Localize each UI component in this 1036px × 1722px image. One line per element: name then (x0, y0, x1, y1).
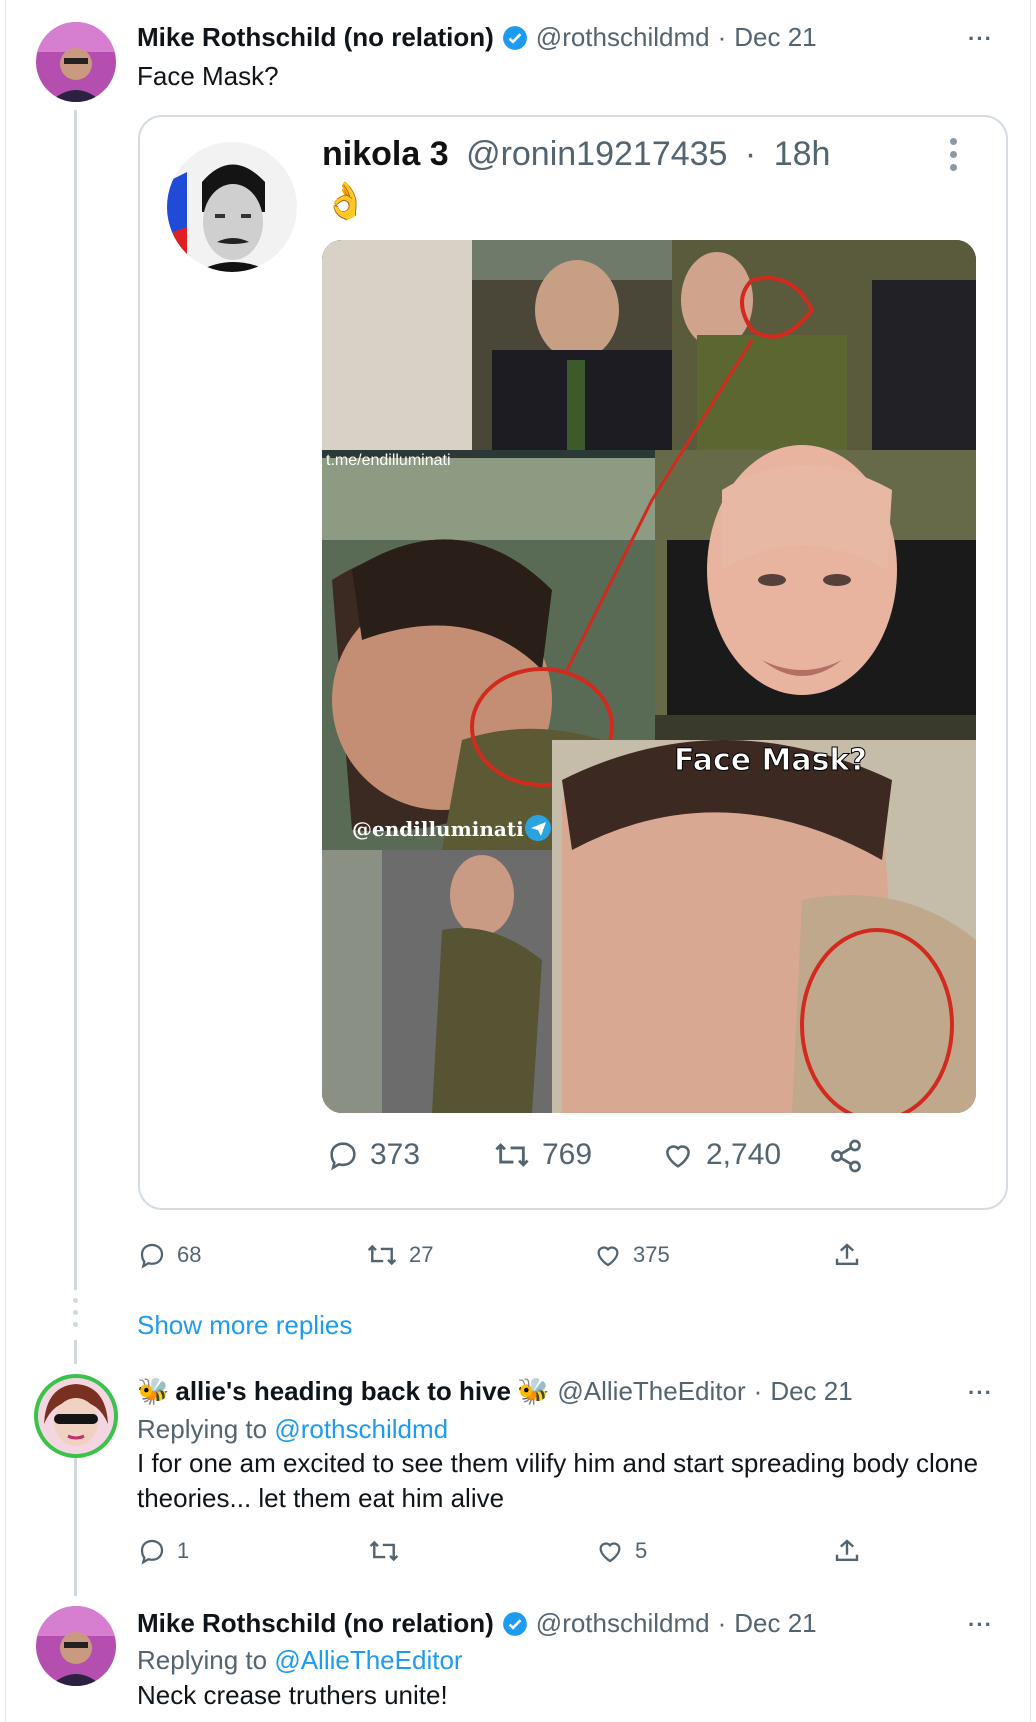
quoted-reply-count: 373 (370, 1138, 421, 1171)
watermark-text: t.me/endilluminati (326, 452, 451, 469)
replying-to-handle[interactable]: @AllieTheEditor (274, 1645, 462, 1675)
bee-icon: 🐝 (137, 1376, 170, 1406)
quoted-media-image[interactable]: t.me/endilluminati Face Mask? @endillumi… (322, 240, 976, 1113)
tweet-date[interactable]: Dec 21 (734, 1608, 816, 1639)
quoted-like-count: 2,740 (706, 1138, 782, 1171)
tweet-text: Neck crease truthers unite! (137, 1680, 448, 1710)
quoted-share-button[interactable] (828, 1138, 874, 1174)
more-icon[interactable]: ··· (968, 1612, 993, 1638)
thread-gap-dot (73, 1310, 78, 1315)
verified-icon (502, 25, 527, 50)
avatar-rothschild[interactable] (36, 22, 116, 102)
like-count: 375 (633, 1242, 670, 1267)
overlay-caption: Face Mask? (674, 743, 867, 778)
author-name[interactable]: Mike Rothschild (no relation) (137, 22, 494, 53)
share-button[interactable] (832, 1240, 872, 1270)
retweet-icon (495, 1143, 529, 1167)
reply-button[interactable]: 68 (137, 1240, 201, 1270)
reply-count: 1 (177, 1538, 190, 1563)
share-icon (831, 1139, 861, 1173)
quoted-like-button[interactable]: 2,740 (660, 1138, 781, 1172)
avatar-nikola[interactable] (167, 142, 297, 272)
thread-gap-dot (73, 1298, 78, 1303)
retweet-count: 27 (409, 1242, 434, 1267)
quoted-more-icon[interactable] (950, 138, 957, 171)
quoted-author-handle[interactable]: @ronin19217435 (466, 135, 727, 173)
quoted-retweet-count: 769 (542, 1138, 593, 1171)
upload-share-icon (835, 1539, 859, 1561)
like-icon (599, 1542, 621, 1563)
frame-border-right (1030, 0, 1031, 1722)
author-name[interactable]: allie's heading back to hive (175, 1376, 511, 1407)
like-icon (666, 1145, 690, 1168)
share-button[interactable] (832, 1536, 872, 1566)
replying-label: Replying to (137, 1645, 268, 1675)
separator-dot: · (753, 1376, 763, 1406)
replying-to-handle[interactable]: @rothschildmd (274, 1414, 448, 1444)
tweet1-header: Mike Rothschild (no relation) @rothschil… (137, 22, 817, 53)
thread-line (74, 1448, 77, 1596)
more-icon[interactable]: ··· (968, 26, 993, 52)
like-count: 5 (635, 1538, 648, 1563)
quoted-author-name[interactable]: nikola 3 (322, 135, 449, 173)
tweet-text-line1: I for one am excited to see them vilify … (137, 1448, 979, 1478)
reply-icon (140, 1243, 164, 1269)
like-button[interactable]: 375 (593, 1240, 670, 1270)
reply-button[interactable]: 1 (137, 1536, 189, 1566)
tweet3-header: Mike Rothschild (no relation) @rothschil… (137, 1608, 817, 1639)
tweet-text: Face Mask? (137, 61, 279, 91)
verified-icon (502, 1611, 527, 1636)
overlay-handle: @endilluminati (352, 817, 524, 841)
quoted-reply-button[interactable]: 373 (326, 1138, 420, 1172)
quoted-retweet-button[interactable]: 769 (492, 1138, 592, 1172)
thread-line (74, 110, 77, 1290)
avatar-allie[interactable] (34, 1374, 118, 1458)
retweet-icon (369, 1540, 399, 1562)
author-name[interactable]: Mike Rothschild (no relation) (137, 1608, 494, 1639)
frame-border-left (5, 0, 6, 1722)
show-more-replies-link[interactable]: Show more replies (137, 1310, 352, 1341)
tweet-text-line2: theories... let them eat him alive (137, 1483, 505, 1513)
separator-dot: · (717, 1608, 727, 1638)
tweet-date[interactable]: Dec 21 (734, 22, 816, 53)
thread-gap-dot (73, 1322, 78, 1327)
avatar-rothschild[interactable] (36, 1606, 116, 1686)
retweet-button[interactable]: 27 (365, 1240, 433, 1270)
reply-icon (330, 1142, 356, 1171)
retweet-icon (367, 1244, 397, 1266)
thread-line (74, 1340, 77, 1364)
replying-to: Replying to @AllieTheEditor (137, 1645, 463, 1676)
like-icon (597, 1246, 619, 1267)
author-handle[interactable]: @rothschildmd (536, 22, 710, 53)
tweet-date[interactable]: Dec 21 (770, 1376, 852, 1407)
separator-dot: · (744, 135, 757, 173)
upload-share-icon (835, 1243, 859, 1265)
author-handle[interactable]: @rothschildmd (536, 1608, 710, 1639)
ok-hand-emoji: 👌 (323, 180, 368, 221)
tweet2-header: 🐝 allie's heading back to hive 🐝 @AllieT… (137, 1376, 853, 1407)
reply-count: 68 (177, 1242, 202, 1267)
reply-icon (140, 1539, 164, 1565)
replying-label: Replying to (137, 1414, 268, 1444)
retweet-button[interactable] (367, 1536, 411, 1566)
more-icon[interactable]: ··· (968, 1380, 993, 1406)
like-button[interactable]: 5 (595, 1536, 647, 1566)
bee-icon: 🐝 (517, 1376, 550, 1406)
quoted-time[interactable]: 18h (774, 135, 831, 173)
separator-dot: · (717, 22, 727, 52)
author-handle[interactable]: @AllieTheEditor (557, 1376, 745, 1407)
replying-to: Replying to @rothschildmd (137, 1414, 448, 1445)
quoted-header: nikola 3 @ronin19217435 · 18h (322, 135, 830, 174)
